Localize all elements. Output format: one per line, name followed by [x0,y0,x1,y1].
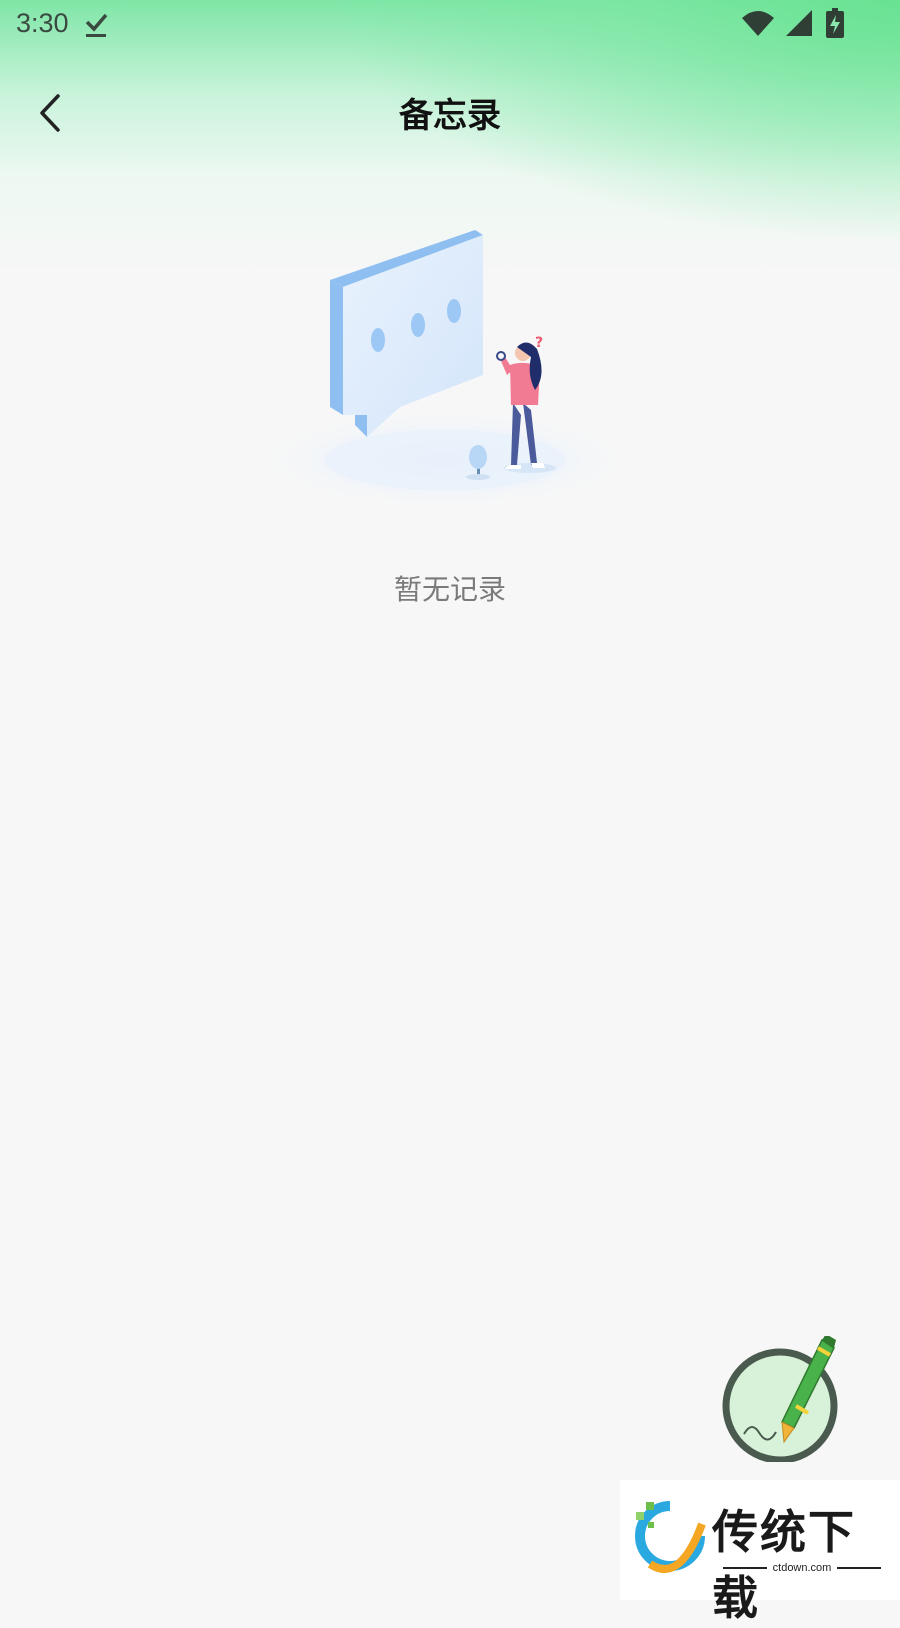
status-bar: 3:30 [0,0,900,50]
add-memo-button[interactable] [722,1336,848,1462]
download-done-icon [85,13,108,37]
watermark-logo-icon [635,1501,706,1573]
battery-charging-icon [826,8,844,38]
watermark-subtitle: ctdown.com [712,1562,892,1574]
signal-icon [786,10,812,36]
page-title: 备忘录 [399,96,501,136]
status-time: 3:30 [16,8,69,38]
svg-text:?: ? [535,335,543,351]
empty-chat-illustration: ? [255,230,635,510]
app-bar: 备忘录 [0,70,900,156]
empty-state-message: 暂无记录 [393,573,506,606]
wifi-icon [742,11,774,36]
watermark: 传统下载 ctdown.com [620,1480,900,1625]
